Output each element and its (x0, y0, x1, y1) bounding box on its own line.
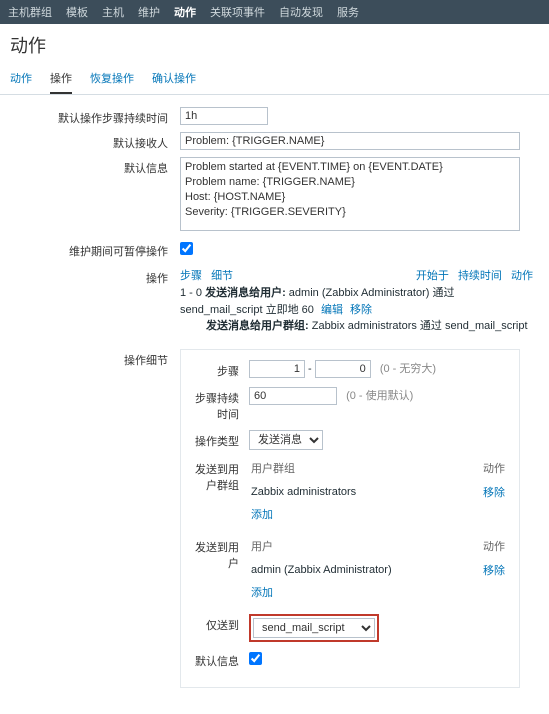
d-lbl-duration: 步骤持续时间 (193, 387, 249, 422)
ops-header-right: 开始于 持续时间 动作 (416, 267, 539, 283)
ops-row-1: 1 - 0 发送消息给用户: admin (Zabbix Administrat… (180, 285, 539, 318)
lbl-step-duration: 默认操作步骤持续时间 (10, 107, 180, 126)
d-lbl-user: 发送到用户 (193, 536, 249, 571)
user-th1: 用户 (251, 538, 469, 558)
checkbox-default-msg[interactable] (249, 652, 262, 665)
page-title: 动作 (0, 24, 549, 64)
tab-ack[interactable]: 确认操作 (152, 64, 196, 94)
hdr-start: 开始于 (416, 270, 449, 282)
lbl-pause: 维护期间可暂停操作 (10, 240, 180, 259)
tab-action[interactable]: 动作 (10, 64, 32, 94)
nav-discovery[interactable]: 自动发现 (279, 4, 323, 20)
lbl-recipient: 默认接收人 (10, 132, 180, 151)
group-remove[interactable]: 移除 (483, 487, 505, 499)
user-table: 用户动作 admin (Zabbix Administrator) 移除 添加 (249, 536, 507, 604)
ops-header-left: 步骤 细节 (180, 267, 239, 283)
nav-templates[interactable]: 模板 (66, 4, 88, 20)
ops-row1-bold: 发送消息给用户: (205, 287, 286, 299)
d-lbl-group: 发送到用户群组 (193, 458, 249, 493)
textarea-message[interactable] (180, 157, 520, 231)
d-lbl-steps: 步骤 (193, 360, 249, 379)
nav-services[interactable]: 服务 (337, 4, 359, 20)
group-th1: 用户群组 (251, 460, 459, 480)
duration-note: (0 - 使用默认) (346, 390, 413, 402)
top-nav: 主机群组 模板 主机 维护 动作 关联项事件 自动发现 服务 (0, 0, 549, 24)
group-th2: 动作 (461, 460, 505, 480)
tab-operations[interactable]: 操作 (50, 64, 72, 94)
step-note: (0 - 无穷大) (380, 363, 436, 375)
input-recipient[interactable] (180, 132, 520, 150)
user-remove[interactable]: 移除 (483, 565, 505, 577)
hdr-action: 动作 (511, 270, 533, 282)
input-step-duration[interactable] (180, 107, 268, 125)
nav-hosts[interactable]: 主机 (102, 4, 124, 20)
lbl-message: 默认信息 (10, 157, 180, 176)
input-step-from[interactable] (249, 360, 305, 378)
nav-hostgroups[interactable]: 主机群组 (8, 4, 52, 20)
input-duration[interactable] (249, 387, 337, 405)
lbl-detail: 操作细节 (10, 349, 180, 368)
nav-actions[interactable]: 动作 (174, 4, 196, 20)
group-add[interactable]: 添加 (251, 509, 273, 521)
input-step-to[interactable] (315, 360, 371, 378)
d-lbl-type: 操作类型 (193, 430, 249, 449)
d-lbl-only: 仅送到 (193, 614, 249, 633)
ops-row1-delete[interactable]: 移除 (350, 304, 372, 316)
user-th2: 动作 (471, 538, 505, 558)
highlight-box: send_mail_script (249, 614, 379, 642)
ops-row2-bold: 发送消息给用户群组: (206, 320, 309, 332)
nav-correlation[interactable]: 关联项事件 (210, 4, 265, 20)
nav-maintenance[interactable]: 维护 (138, 4, 160, 20)
ops-row1-edit[interactable]: 编辑 (321, 304, 343, 316)
detail-box: 步骤 - (0 - 无穷大) 步骤持续时间 (0 - 使用默认) 操作 (180, 349, 520, 688)
form: 默认操作步骤持续时间 默认接收人 默认信息 维护期间可暂停操作 操作 步骤 细节… (0, 95, 549, 714)
user-val: admin (Zabbix Administrator) (251, 560, 469, 580)
ops-row2-text: Zabbix administrators 通过 send_mail_scrip… (309, 320, 528, 332)
group-val: Zabbix administrators (251, 482, 459, 502)
user-add[interactable]: 添加 (251, 587, 273, 599)
select-media[interactable]: send_mail_script (253, 618, 375, 638)
hdr-detail: 细节 (211, 270, 233, 282)
group-table: 用户群组动作 Zabbix administrators 移除 添加 (249, 458, 507, 526)
ops-row-2: 发送消息给用户群组: Zabbix administrators 通过 send… (180, 318, 539, 335)
lbl-ops: 操作 (10, 267, 180, 286)
sub-tabs: 动作 操作 恢复操作 确认操作 (0, 64, 549, 95)
hdr-steps: 步骤 (180, 270, 202, 282)
hdr-duration: 持续时间 (458, 270, 502, 282)
select-op-type[interactable]: 发送消息 (249, 430, 323, 450)
ops-row1-range: 1 - 0 (180, 287, 202, 299)
d-lbl-msg: 默认信息 (193, 650, 249, 669)
tab-recovery[interactable]: 恢复操作 (90, 64, 134, 94)
checkbox-pause[interactable] (180, 242, 193, 255)
